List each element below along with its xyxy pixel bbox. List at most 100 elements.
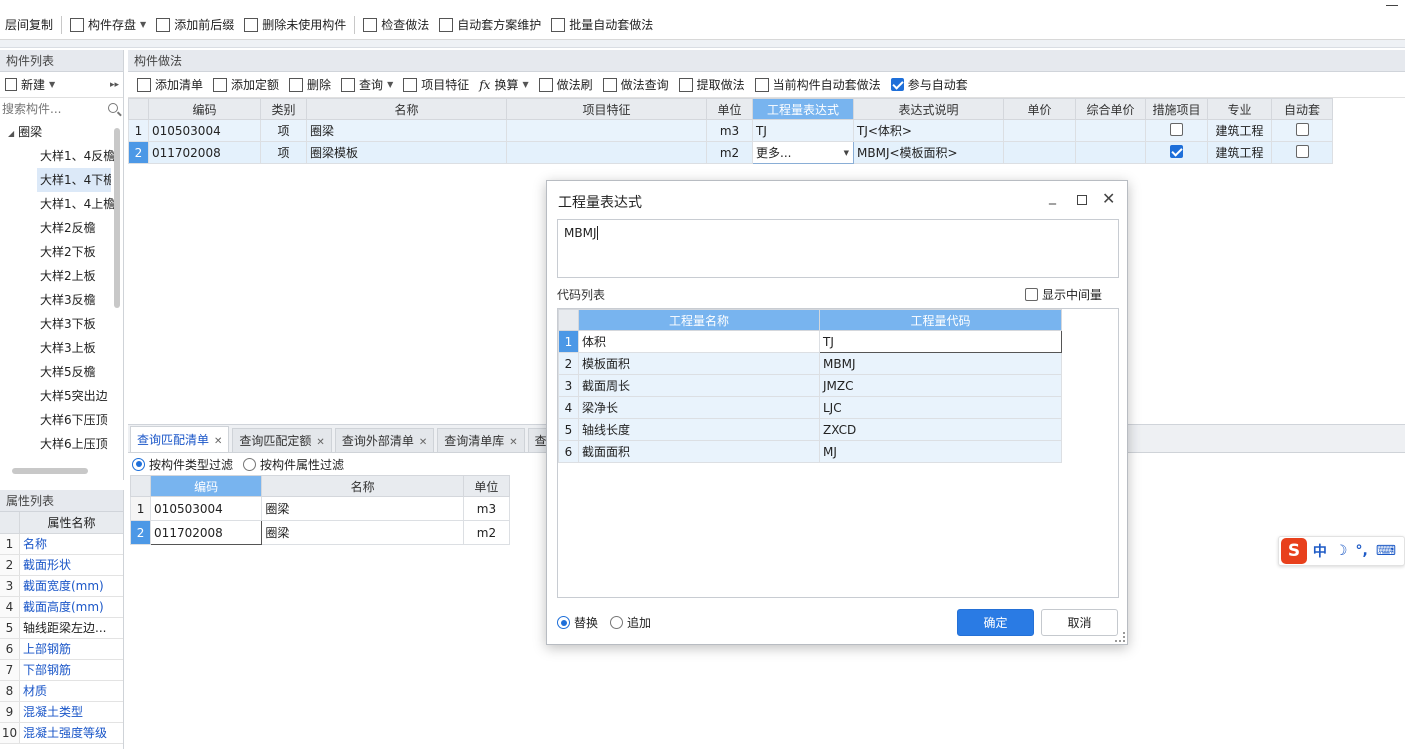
cell-quantity-code[interactable]: ZXCD <box>819 418 1062 441</box>
checkbox-unchecked-icon[interactable] <box>1295 144 1309 158</box>
tab-external-list[interactable]: 查询外部清单 ✕ <box>334 428 435 452</box>
keyboard-icon[interactable]: ⌨ <box>1376 543 1396 559</box>
cell-feature[interactable] <box>506 119 707 142</box>
table-row[interactable]: 1 010503004 项 圈梁 m3 TJ TJ<体积> 建筑工程 <box>128 119 1333 142</box>
col-code[interactable]: 编码 <box>150 475 263 497</box>
tree-item[interactable]: 大样5突出边 <box>0 384 123 408</box>
tree-item[interactable]: 大样3上板 <box>0 336 123 360</box>
cell-quantity-code[interactable]: JMZC <box>819 374 1062 397</box>
close-icon[interactable]: ✕ <box>419 437 427 448</box>
tree-item-selected[interactable]: 大样1、4下檐 <box>37 168 111 192</box>
col-type[interactable]: 类别 <box>260 98 307 120</box>
col-quantity-code[interactable]: 工程量代码 <box>819 309 1062 331</box>
resize-grip-icon[interactable] <box>1115 632 1125 642</box>
close-icon[interactable]: ✕ <box>214 436 222 447</box>
tab-match-list[interactable]: 查询匹配清单 ✕ <box>130 426 230 452</box>
moon-icon[interactable]: ☽ <box>1335 543 1348 559</box>
sogou-logo-icon[interactable]: S <box>1281 538 1307 564</box>
cell-expression-desc[interactable]: TJ<体积> <box>853 119 1004 142</box>
cell-code[interactable]: 011702008 <box>148 141 261 164</box>
col-total-price[interactable]: 综合单价 <box>1075 98 1146 120</box>
tree-item[interactable]: 大样2反檐 <box>0 216 123 240</box>
cell-major[interactable]: 建筑工程 <box>1207 119 1272 142</box>
component-save-button[interactable]: 构件存盘 ▼ <box>65 14 151 36</box>
close-icon[interactable]: ✕ <box>1102 189 1115 208</box>
add-list-button[interactable]: 添加清单 <box>132 74 208 96</box>
cell-type[interactable]: 项 <box>260 141 307 164</box>
cell-name[interactable]: 圈梁模板 <box>306 141 507 164</box>
window-minimize-button[interactable] <box>1386 0 1398 6</box>
convert-button[interactable]: fx 换算 ▼ <box>474 74 533 96</box>
new-component-button[interactable]: 新建 ▼ <box>3 74 57 96</box>
cell-quantity-name[interactable]: 截面周长 <box>578 374 820 397</box>
query-button[interactable]: 查询 ▼ <box>336 74 398 96</box>
code-row-selected[interactable]: 1 体积 TJ <box>558 330 1062 353</box>
property-name[interactable]: 混凝土类型 <box>20 702 123 722</box>
table-row-selected[interactable]: 2 011702008 项 圈梁模板 m2 更多... ▼ MBMJ<模板面积> … <box>128 141 1333 164</box>
floor-copy-button[interactable]: 层间复制 <box>0 14 58 36</box>
cell-major[interactable]: 建筑工程 <box>1207 141 1272 164</box>
cell-quantity-code[interactable]: MJ <box>819 440 1062 463</box>
item-feature-button[interactable]: 项目特征 <box>398 74 474 96</box>
cell-quantity-name[interactable]: 体积 <box>578 330 820 353</box>
tree-item[interactable]: 大样1、4反檐 <box>0 144 123 168</box>
ime-chinese-mode[interactable]: 中 <box>1313 541 1327 561</box>
property-name[interactable]: 截面宽度(mm) <box>20 576 123 596</box>
col-major[interactable]: 专业 <box>1207 98 1272 120</box>
cell-name[interactable]: 圈梁 <box>261 520 464 545</box>
checkbox-unchecked-icon[interactable] <box>1170 122 1183 136</box>
close-icon[interactable]: ✕ <box>509 437 517 448</box>
check-method-button[interactable]: 检查做法 <box>358 14 434 36</box>
cell-measure[interactable] <box>1145 119 1208 142</box>
ime-toolbar[interactable]: S 中 ☽ °, ⌨ <box>1278 536 1405 566</box>
tab-list-library[interactable]: 查询清单库 ✕ <box>437 428 525 452</box>
method-query-button[interactable]: 做法查询 <box>598 74 674 96</box>
col-unit[interactable]: 单位 <box>462 475 511 497</box>
checkbox-unchecked-icon[interactable] <box>1025 288 1038 301</box>
replace-radio[interactable] <box>557 616 570 629</box>
cell-feature[interactable] <box>506 141 707 164</box>
tree-item[interactable]: 大样2上板 <box>0 264 123 288</box>
cell-quantity-code[interactable]: TJ <box>819 330 1062 353</box>
property-name[interactable]: 混凝土强度等级 <box>20 723 123 743</box>
property-name[interactable]: 材质 <box>20 681 123 701</box>
show-intermediate-checkbox[interactable]: 显示中间量 <box>1025 286 1102 303</box>
property-row[interactable]: 5 轴线距梁左边... <box>0 618 123 639</box>
delete-unused-button[interactable]: 删除未使用构件 <box>239 14 351 36</box>
cell-quantity-code[interactable]: LJC <box>819 396 1062 419</box>
code-row[interactable]: 6 截面面积 MJ <box>558 440 1062 463</box>
col-expression[interactable]: 工程量表达式 <box>752 98 854 120</box>
cell-quantity-name[interactable]: 梁净长 <box>578 396 820 419</box>
cell-code[interactable]: 010503004 <box>150 496 263 521</box>
property-row[interactable]: 10 混凝土强度等级 <box>0 723 123 744</box>
code-row[interactable]: 2 模板面积 MBMJ <box>558 352 1062 375</box>
property-row[interactable]: 7 下部钢筋 <box>0 660 123 681</box>
component-search-input[interactable] <box>0 98 123 120</box>
caret-down-icon[interactable]: ▼ <box>844 149 849 157</box>
table-row[interactable]: 1 010503004 圈梁 m3 <box>129 496 511 521</box>
cell-price[interactable] <box>1003 141 1076 164</box>
cell-code[interactable]: 011702008 <box>150 520 263 545</box>
property-name[interactable]: 轴线距梁左边... <box>20 618 123 638</box>
filter-by-attr-radio[interactable] <box>243 457 257 471</box>
close-icon[interactable]: ✕ <box>316 437 324 448</box>
cell-unit[interactable]: m3 <box>462 496 511 521</box>
append-radio[interactable] <box>610 616 624 629</box>
col-auto[interactable]: 自动套 <box>1271 98 1333 120</box>
cell-expression[interactable]: TJ <box>752 119 854 142</box>
cell-total-price[interactable] <box>1075 119 1146 142</box>
cell-auto[interactable] <box>1271 141 1333 164</box>
property-row[interactable]: 8 材质 <box>0 681 123 702</box>
cell-quantity-name[interactable]: 截面面积 <box>578 440 820 463</box>
property-name[interactable]: 下部钢筋 <box>20 660 123 680</box>
expression-dropdown[interactable]: 更多... ▼ <box>752 141 854 164</box>
cancel-button[interactable]: 取消 <box>1041 609 1118 636</box>
tree-horizontal-scrollbar[interactable] <box>12 468 88 474</box>
code-row[interactable]: 5 轴线长度 ZXCD <box>558 418 1062 441</box>
auto-plan-maintain-button[interactable]: 自动套方案维护 <box>434 14 546 36</box>
add-prefix-suffix-button[interactable]: 添加前后缀 <box>151 14 239 36</box>
property-row[interactable]: 9 混凝土类型 <box>0 702 123 723</box>
minimize-icon[interactable]: _ <box>1049 189 1056 205</box>
col-unit[interactable]: 单位 <box>706 98 753 120</box>
col-expression-desc[interactable]: 表达式说明 <box>853 98 1004 120</box>
